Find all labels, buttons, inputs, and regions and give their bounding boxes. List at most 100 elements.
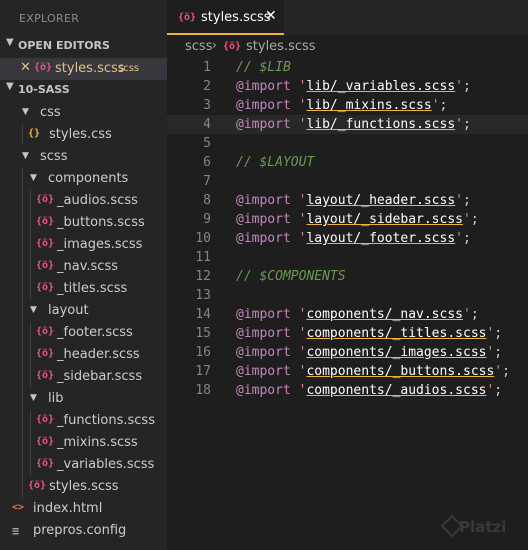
tree-item-label: lib: [48, 391, 64, 406]
tree-file[interactable]: <> index.html: [0, 498, 167, 520]
tree-file[interactable]: {ö} _titles.scss: [0, 278, 167, 300]
import-path[interactable]: layout/_header.scss: [306, 193, 455, 208]
line-text: @import 'components/_images.scss';: [236, 345, 503, 360]
tree-file[interactable]: {ö} styles.scss: [0, 476, 167, 498]
line-number: 9: [203, 212, 211, 227]
breadcrumb: scss › {ö} styles.scss: [167, 36, 528, 58]
tree-folder[interactable]: ▼ css: [0, 102, 167, 124]
tree-item-label: _titles.scss: [57, 281, 128, 296]
code-line[interactable]: 11: [167, 248, 528, 267]
tree-folder[interactable]: ▼ components: [0, 168, 167, 190]
tree-item-label: _header.scss: [57, 347, 140, 362]
tree-folder[interactable]: ▼ layout: [0, 300, 167, 322]
tree-file[interactable]: {ö} _footer.scss: [0, 322, 167, 344]
breadcrumb-folder[interactable]: scss: [185, 39, 212, 54]
explorer-title: EXPLORER: [19, 12, 80, 25]
code-line[interactable]: 1 // $LIB: [167, 58, 528, 77]
import-path[interactable]: lib/_functions.scss: [306, 117, 455, 132]
tree-item-label: styles.css: [49, 127, 112, 142]
line-text: @import 'components/_audios.scss';: [236, 383, 503, 398]
tree-file[interactable]: {ö} _nav.scss: [0, 256, 167, 278]
breadcrumb-file[interactable]: styles.scss: [246, 39, 316, 54]
workspace-header[interactable]: ▼ 10-SASS: [0, 80, 167, 100]
comment-text: // $LAYOUT: [236, 155, 315, 170]
import-path[interactable]: components/_titles.scss: [306, 326, 486, 341]
scss-file-icon: {ö}: [36, 436, 55, 447]
tree-file[interactable]: {ö} _variables.scss: [0, 454, 167, 476]
scss-file-icon: {ö}: [34, 62, 53, 73]
code-line[interactable]: 16 @import 'components/_images.scss';: [167, 343, 528, 362]
comment-text: // $COMPONENTS: [236, 269, 346, 284]
tree-item-label: _variables.scss: [57, 457, 155, 472]
tree-file[interactable]: {ö} _sidebar.scss: [0, 366, 167, 388]
open-editor-dir: scss: [118, 63, 140, 74]
workspace-label: 10-SASS: [18, 83, 70, 96]
code-line[interactable]: 14 @import 'components/_nav.scss';: [167, 305, 528, 324]
chevron-down-icon: ▼: [30, 173, 37, 183]
code-line[interactable]: 3 @import 'lib/_mixins.scss';: [167, 96, 528, 115]
tree-file[interactable]: {ö} _header.scss: [0, 344, 167, 366]
open-editors-header[interactable]: ▼ OPEN EDITORS: [0, 36, 167, 56]
chevron-down-icon: ▼: [6, 37, 14, 48]
code-line[interactable]: 17 @import 'components/_buttons.scss';: [167, 362, 528, 381]
line-text: // $LIB: [236, 58, 291, 77]
line-text: // $LAYOUT: [236, 153, 314, 172]
import-path[interactable]: layout/_footer.scss: [306, 231, 455, 246]
tree-file[interactable]: {} styles.css: [0, 124, 167, 146]
code-line[interactable]: 13: [167, 286, 528, 305]
close-icon[interactable]: ✕: [20, 60, 31, 75]
code-line[interactable]: 6 // $LAYOUT: [167, 153, 528, 172]
line-number: 7: [203, 174, 211, 189]
scss-file-icon: {ö}: [36, 458, 55, 469]
tree-folder[interactable]: ▼ lib: [0, 388, 167, 410]
code-line[interactable]: 7: [167, 172, 528, 191]
code-line[interactable]: 8 @import 'layout/_header.scss';: [167, 191, 528, 210]
tree-file[interactable]: {ö} _audios.scss: [0, 190, 167, 212]
open-editors-label: OPEN EDITORS: [18, 39, 110, 52]
tree-file[interactable]: ≡ prepros.config: [0, 520, 167, 542]
scss-file-icon: {ö}: [36, 260, 55, 271]
tree-file[interactable]: {ö} _images.scss: [0, 234, 167, 256]
code-line[interactable]: 10 @import 'layout/_footer.scss';: [167, 229, 528, 248]
import-path[interactable]: layout/_sidebar.scss: [306, 212, 463, 227]
code-line[interactable]: 18 @import 'components/_audios.scss';: [167, 381, 528, 400]
line-number: 2: [203, 79, 211, 94]
import-path[interactable]: components/_buttons.scss: [306, 364, 494, 379]
chevron-down-icon: ▼: [6, 81, 14, 92]
tree-file[interactable]: {ö} _functions.scss: [0, 410, 167, 432]
import-path[interactable]: lib/_mixins.scss: [306, 98, 431, 113]
tree-item-label: css: [40, 105, 61, 120]
tree-item-label: _images.scss: [57, 237, 143, 252]
explorer-sidebar: EXPLORER ▼ OPEN EDITORS ✕ {ö} styles.scs…: [0, 0, 167, 550]
line-text: // $COMPONENTS: [236, 267, 346, 286]
import-path[interactable]: lib/_variables.scss: [306, 79, 455, 94]
tab-styles-scss[interactable]: {ö} styles.scss ✕: [167, 0, 284, 35]
import-path[interactable]: components/_audios.scss: [306, 383, 486, 398]
scss-file-icon: {ö}: [28, 480, 47, 491]
tree-file[interactable]: {ö} _mixins.scss: [0, 432, 167, 454]
chevron-down-icon: ▼: [22, 151, 29, 161]
code-editor[interactable]: 1 // $LIB 2 @import 'lib/_variables.scss'; 3…: [167, 58, 528, 400]
import-path[interactable]: components/_nav.scss: [306, 307, 463, 322]
tree-file[interactable]: {ö} _buttons.scss: [0, 212, 167, 234]
close-icon[interactable]: ✕: [265, 8, 277, 24]
comment-text: // $LIB: [236, 60, 291, 75]
line-number: 11: [195, 250, 211, 265]
tree-item-label: scss: [40, 149, 68, 164]
editor-area: {ö} styles.scss ✕ scss › {ö} styles.scss…: [167, 0, 528, 550]
tree-item-label: components: [48, 171, 129, 186]
scss-file-icon: {ö}: [36, 194, 55, 205]
open-editor-item[interactable]: ✕ {ö} styles.scss scss: [0, 58, 167, 80]
code-line[interactable]: 5: [167, 134, 528, 153]
chevron-down-icon: ▼: [30, 305, 37, 315]
open-editor-name: styles.scss: [55, 61, 125, 76]
code-line[interactable]: 4 @import 'lib/_functions.scss';: [167, 115, 528, 134]
tree-folder[interactable]: ▼ scss: [0, 146, 167, 168]
code-line[interactable]: 12 // $COMPONENTS: [167, 267, 528, 286]
import-path[interactable]: components/_images.scss: [306, 345, 486, 360]
line-number: 14: [195, 307, 211, 322]
code-line[interactable]: 9 @import 'layout/_sidebar.scss';: [167, 210, 528, 229]
code-line[interactable]: 2 @import 'lib/_variables.scss';: [167, 77, 528, 96]
code-line[interactable]: 15 @import 'components/_titles.scss';: [167, 324, 528, 343]
line-number: 8: [203, 193, 211, 208]
